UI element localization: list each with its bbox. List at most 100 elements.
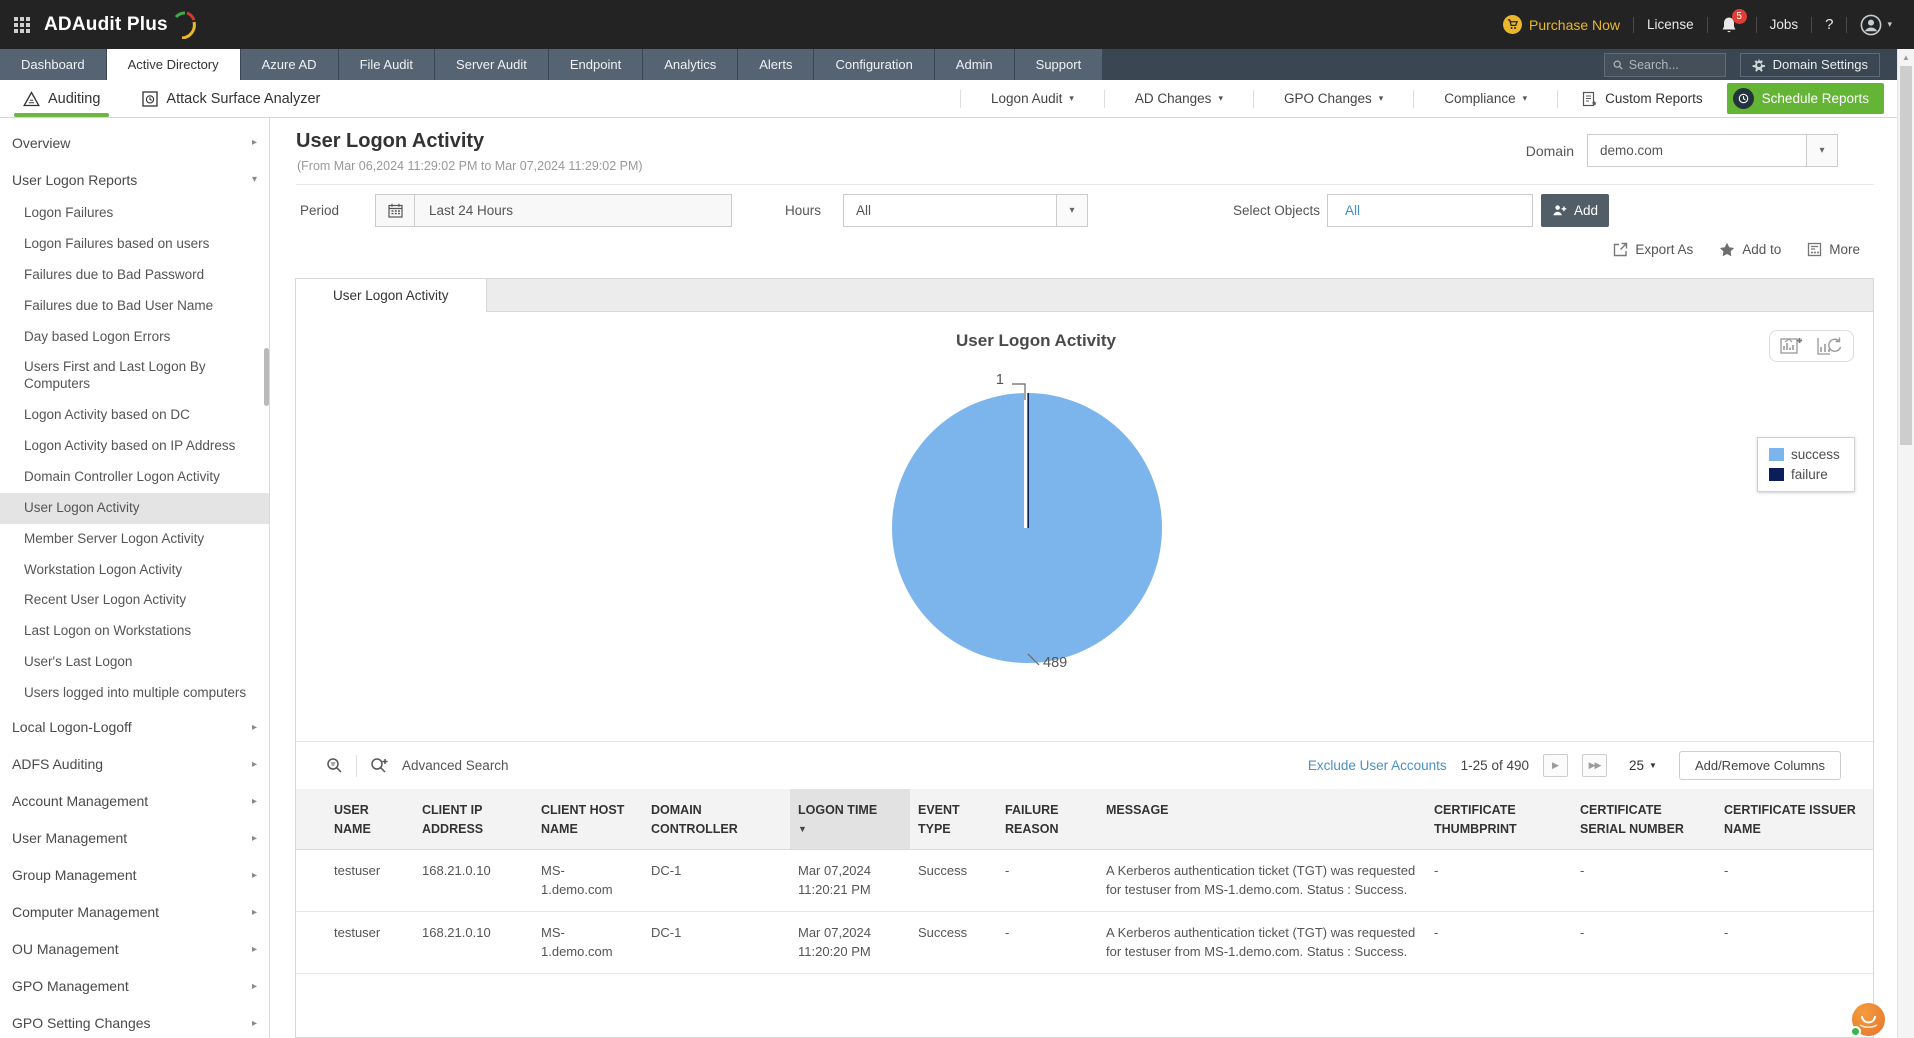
page-scrollbar[interactable]: ▲ xyxy=(1897,49,1914,1038)
sidebar-item-workstation-logon-activity[interactable]: Workstation Logon Activity xyxy=(0,555,269,586)
tab-user-logon-activity[interactable]: User Logon Activity xyxy=(296,279,487,312)
menu-gpo-changes[interactable]: GPO Changes▾ xyxy=(1254,91,1413,106)
notifications-bell-icon[interactable]: 5 xyxy=(1721,16,1743,34)
hours-select[interactable]: All ▾ xyxy=(843,194,1088,227)
nav-tab-endpoint[interactable]: Endpoint xyxy=(549,49,642,80)
tab-auditing[interactable]: Auditing xyxy=(14,80,109,117)
advanced-search-icon[interactable] xyxy=(370,757,389,774)
export-as-button[interactable]: Export As xyxy=(1613,242,1693,257)
add-objects-button[interactable]: Add xyxy=(1541,194,1609,227)
chat-widget-icon[interactable] xyxy=(1852,1003,1885,1036)
nav-tab-configuration[interactable]: Configuration xyxy=(814,49,933,80)
column-header-user-name[interactable]: USER NAME xyxy=(326,789,414,849)
sidebar-item-member-server-logon-activity[interactable]: Member Server Logon Activity xyxy=(0,524,269,555)
sidebar-item-logon-failures[interactable]: Logon Failures xyxy=(0,198,269,229)
legend-item-failure[interactable]: failure xyxy=(1769,467,1840,482)
sidebar-item-failures-due-to-bad-password[interactable]: Failures due to Bad Password xyxy=(0,260,269,291)
menu-logon-audit[interactable]: Logon Audit▾ xyxy=(961,91,1104,106)
next-page-button[interactable]: ▶ xyxy=(1543,754,1568,777)
column-header-domain-controller[interactable]: DOMAIN CONTROLLER xyxy=(643,789,790,849)
global-search[interactable] xyxy=(1604,53,1726,77)
table-toolbar: Advanced Search Exclude User Accounts 1-… xyxy=(296,742,1873,789)
table-row[interactable]: testuser168.21.0.10MS-1.demo.comDC-1Mar … xyxy=(296,850,1873,912)
user-menu[interactable]: ▾ xyxy=(1860,14,1892,36)
sidebar-item-users-logged-into-multiple-computers[interactable]: Users logged into multiple computers xyxy=(0,678,269,709)
sidebar-item-account-management[interactable]: Account Management▸ xyxy=(0,783,269,820)
scroll-up-arrow[interactable]: ▲ xyxy=(1898,53,1914,62)
nav-tab-azure-ad[interactable]: Azure AD xyxy=(241,49,338,80)
sidebar-item-user-management[interactable]: User Management▸ xyxy=(0,820,269,857)
column-header-certificate-serial-number[interactable]: CERTIFICATE SERIAL NUMBER xyxy=(1572,789,1716,849)
sidebar-item-overview[interactable]: Overview▸ xyxy=(0,124,269,161)
menu-compliance[interactable]: Compliance▾ xyxy=(1414,91,1557,106)
search-input[interactable] xyxy=(1629,58,1717,72)
advanced-search-label[interactable]: Advanced Search xyxy=(402,758,509,773)
add-button-label: Add xyxy=(1574,203,1598,218)
sidebar-item-logon-failures-based-on-users[interactable]: Logon Failures based on users xyxy=(0,229,269,260)
table-row[interactable]: testuser168.21.0.10MS-1.demo.comDC-1Mar … xyxy=(296,912,1873,974)
column-header-event-type[interactable]: EVENT TYPE xyxy=(910,789,997,849)
nav-tab-server-audit[interactable]: Server Audit xyxy=(435,49,548,80)
topbar: ADAudit Plus Purchase Now License 5 xyxy=(0,0,1914,49)
nav-tab-dashboard[interactable]: Dashboard xyxy=(0,49,106,80)
domain-settings-button[interactable]: Domain Settings xyxy=(1740,53,1880,77)
scrollbar-thumb[interactable] xyxy=(1900,66,1912,445)
sidebar-item-computer-management[interactable]: Computer Management▸ xyxy=(0,894,269,931)
column-header-certificate-thumbprint[interactable]: CERTIFICATE THUMBPRINT xyxy=(1426,789,1572,849)
sidebar-item-ou-management[interactable]: OU Management▸ xyxy=(0,931,269,968)
jobs-link[interactable]: Jobs xyxy=(1770,17,1799,32)
select-objects-field[interactable]: All xyxy=(1327,194,1533,227)
nav-tab-active-directory[interactable]: Active Directory xyxy=(107,49,240,80)
legend-item-success[interactable]: success xyxy=(1769,447,1840,462)
more-button[interactable]: More xyxy=(1807,242,1860,257)
add-to-button[interactable]: Add to xyxy=(1719,242,1781,257)
nav-tab-support[interactable]: Support xyxy=(1015,49,1103,80)
sidebar-item-logon-activity-based-on-ip-address[interactable]: Logon Activity based on IP Address xyxy=(0,431,269,462)
period-picker[interactable]: Last 24 Hours xyxy=(375,194,732,227)
column-header-certificate-issuer-name[interactable]: CERTIFICATE ISSUER NAME xyxy=(1716,789,1873,849)
sidebar-item-user-s-last-logon[interactable]: User's Last Logon xyxy=(0,647,269,678)
sidebar-item-gpo-management[interactable]: GPO Management▸ xyxy=(0,968,269,1005)
exclude-user-accounts-link[interactable]: Exclude User Accounts xyxy=(1308,758,1447,773)
column-header-client-ip-address[interactable]: CLIENT IP ADDRESS xyxy=(414,789,533,849)
add-remove-columns-button[interactable]: Add/Remove Columns xyxy=(1679,751,1841,780)
sidebar-item-local-logon-logoff[interactable]: Local Logon-Logoff▸ xyxy=(0,709,269,746)
sidebar-item-user-logon-reports[interactable]: User Logon Reports▾ xyxy=(0,161,269,198)
export-chart-image-icon[interactable] xyxy=(1780,336,1804,356)
sidebar-item-logon-activity-based-on-dc[interactable]: Logon Activity based on DC xyxy=(0,400,269,431)
column-header-message[interactable]: MESSAGE xyxy=(1098,789,1426,849)
license-link[interactable]: License xyxy=(1647,17,1694,32)
sidebar-item-day-based-logon-errors[interactable]: Day based Logon Errors xyxy=(0,322,269,353)
sidebar-item-recent-user-logon-activity[interactable]: Recent User Logon Activity xyxy=(0,585,269,616)
column-header-client-host-name[interactable]: CLIENT HOST NAME xyxy=(533,789,643,849)
change-chart-type-icon[interactable] xyxy=(1817,336,1843,356)
pie-chart[interactable] xyxy=(886,387,1168,669)
apps-grid-icon[interactable] xyxy=(14,17,30,33)
nav-tab-analytics[interactable]: Analytics xyxy=(643,49,737,80)
column-header-failure-reason[interactable]: FAILURE REASON xyxy=(997,789,1098,849)
sidebar-item-failures-due-to-bad-user-name[interactable]: Failures due to Bad User Name xyxy=(0,291,269,322)
quick-search-icon[interactable] xyxy=(326,757,343,774)
sidebar-item-user-logon-activity[interactable]: User Logon Activity xyxy=(0,493,269,524)
last-page-button[interactable]: ▶▶ xyxy=(1582,754,1607,777)
purchase-now-button[interactable]: Purchase Now xyxy=(1503,15,1620,34)
nav-tab-alerts[interactable]: Alerts xyxy=(738,49,813,80)
help-icon[interactable]: ? xyxy=(1825,16,1833,33)
schedule-reports-button[interactable]: Schedule Reports xyxy=(1727,83,1884,114)
sidebar-item-last-logon-on-workstations[interactable]: Last Logon on Workstations xyxy=(0,616,269,647)
sidebar-item-users-first-and-last-logon-by-computers[interactable]: Users First and Last Logon By Computers xyxy=(0,352,269,400)
domain-select[interactable]: demo.com ▾ xyxy=(1587,134,1838,167)
sidebar-item-group-management[interactable]: Group Management▸ xyxy=(0,857,269,894)
nav-tab-admin[interactable]: Admin xyxy=(935,49,1014,80)
sidebar-item-adfs-auditing[interactable]: ADFS Auditing▸ xyxy=(0,746,269,783)
sidebar-item-label: Overview xyxy=(12,135,70,151)
sidebar-scrollbar-thumb[interactable] xyxy=(264,348,269,406)
custom-reports-button[interactable]: Custom Reports xyxy=(1582,91,1703,107)
menu-ad-changes[interactable]: AD Changes▾ xyxy=(1105,91,1253,106)
sidebar-item-domain-controller-logon-activity[interactable]: Domain Controller Logon Activity xyxy=(0,462,269,493)
tab-attack-surface-analyzer[interactable]: Attack Surface Analyzer xyxy=(133,80,329,117)
sidebar-item-gpo-setting-changes[interactable]: GPO Setting Changes▸ xyxy=(0,1005,269,1038)
page-size-select[interactable]: 25 ▼ xyxy=(1629,758,1657,773)
nav-tab-file-audit[interactable]: File Audit xyxy=(339,49,434,80)
column-header-logon-time[interactable]: LOGON TIME▼ xyxy=(790,789,910,849)
